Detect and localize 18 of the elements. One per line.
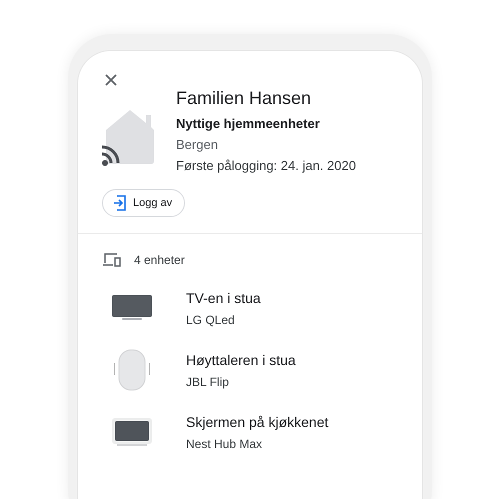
logout-icon [113,195,127,211]
smart-display-icon [111,417,153,447]
television-icon [111,294,153,322]
home-subtitle: Nyttige hjemmeenheter [176,116,321,131]
logout-button[interactable]: Logg av [102,189,186,217]
device-name: Skjermen på kjøkkenet [186,414,328,430]
home-name: Familien Hansen [176,88,312,109]
device-model: LG QLed [186,312,236,326]
device-model: JBL Flip [186,374,230,388]
home-icon [102,108,157,166]
speaker-icon [112,349,152,391]
device-name: Høyttaleren i stua [186,352,296,368]
device-count: 4 enheter [134,252,185,266]
devices-icon [102,252,122,267]
device-name: TV-en i stua [186,290,261,306]
device-model: Nest Hub Max [186,436,264,450]
first-login-date: Første pålogging: 24. jan. 2020 [176,158,356,173]
home-location: Bergen [176,137,219,152]
